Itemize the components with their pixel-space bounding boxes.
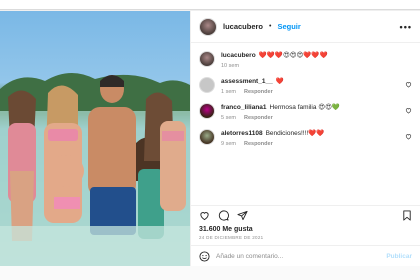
more-options-icon[interactable]: •••	[400, 22, 412, 32]
share-icon[interactable]	[237, 210, 248, 221]
comment-username[interactable]: franco_liliana1	[221, 104, 267, 111]
comment-item: franco_liliana1 Hermosa familia 😍😍💚 5 sem…	[199, 103, 412, 121]
top-bar	[0, 0, 420, 10]
likes-count[interactable]: 31.600 Me gusta	[191, 225, 420, 233]
reply-button[interactable]: Responder	[244, 89, 273, 95]
like-comment-icon[interactable]	[405, 81, 412, 88]
reply-button[interactable]: Responder	[244, 115, 273, 121]
author-avatar[interactable]	[199, 17, 217, 36]
post-actions	[191, 205, 420, 225]
like-comment-icon[interactable]	[405, 107, 412, 114]
commenter-avatar[interactable]	[199, 103, 215, 119]
reply-button[interactable]: Responder	[244, 141, 273, 147]
post-photo[interactable]	[0, 11, 190, 267]
comment-text: Bendiciones!!!!❤️❤️	[265, 130, 325, 137]
comments-list: lucacubero ❤️❤️❤️😍😍😍❤️❤️❤️ 10 sem assessm…	[191, 43, 420, 205]
bookmark-icon[interactable]	[402, 210, 412, 221]
comment-time: 1 sem	[221, 89, 236, 95]
comment-username[interactable]: aletorres1108	[221, 130, 263, 137]
emoji-icon[interactable]	[199, 251, 210, 262]
caption-time: 10 sem	[221, 63, 240, 69]
commenter-avatar[interactable]	[199, 77, 215, 93]
beach-family-photo	[0, 72, 190, 267]
follow-button[interactable]: Seguir	[277, 22, 300, 31]
post-side-panel: lucacubero • Seguir ••• lucacubero ❤️❤️❤️…	[190, 11, 420, 267]
bottom-strip	[0, 266, 420, 280]
post-header: lucacubero • Seguir •••	[191, 11, 420, 43]
comment-time: 9 sem	[221, 141, 236, 147]
post-card: lucacubero • Seguir ••• lucacubero ❤️❤️❤️…	[0, 10, 420, 267]
author-username[interactable]: lucacubero	[223, 22, 263, 31]
comment-item: assessment_1__ ❤️ 1 sem Responder	[199, 77, 412, 95]
comment-item: aletorres1108 Bendiciones!!!!❤️❤️ 9 sem Re…	[199, 129, 412, 147]
comment-composer: Añade un comentario... Publicar	[191, 245, 420, 267]
commenter-avatar[interactable]	[199, 129, 215, 145]
caption: lucacubero ❤️❤️❤️😍😍😍❤️❤️❤️ 10 sem	[199, 51, 412, 69]
comment-text: ❤️	[275, 78, 284, 85]
comment-input[interactable]: Añade un comentario...	[216, 253, 380, 260]
caption-username[interactable]: lucacubero	[221, 52, 256, 59]
caption-avatar[interactable]	[199, 51, 215, 67]
heart-icon[interactable]	[199, 210, 210, 221]
post-date: 24 DE DICIEMBRE DE 2021	[199, 235, 264, 240]
comment-username[interactable]: assessment_1__	[221, 78, 273, 85]
publish-button[interactable]: Publicar	[386, 253, 412, 260]
caption-text: ❤️❤️❤️😍😍😍❤️❤️❤️	[258, 52, 328, 59]
header-separator: •	[269, 23, 272, 30]
like-comment-icon[interactable]	[405, 133, 412, 140]
comment-time: 5 sem	[221, 115, 236, 121]
comment-text: Hermosa familia 😍😍💚	[269, 104, 340, 111]
comment-icon[interactable]	[218, 210, 229, 221]
